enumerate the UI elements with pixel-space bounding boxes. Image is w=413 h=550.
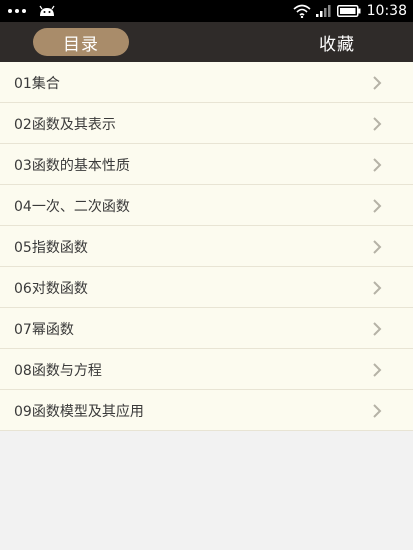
chapter-list: 01集合 02函数及其表示 03函数的基本性质 04一次、二次函数 05指数函数… [0, 62, 413, 431]
list-item[interactable]: 01集合 [0, 62, 413, 103]
wifi-icon [293, 4, 311, 18]
chevron-right-icon [373, 76, 382, 90]
list-item[interactable]: 02函数及其表示 [0, 103, 413, 144]
list-item[interactable]: 07幂函数 [0, 308, 413, 349]
chevron-right-icon [373, 404, 382, 418]
chevron-right-icon [373, 363, 382, 377]
tab-catalog[interactable]: 目录 [33, 28, 129, 56]
android-icon [39, 5, 55, 16]
tab-favorites[interactable]: 收藏 [319, 28, 355, 56]
list-item[interactable]: 04一次、二次函数 [0, 185, 413, 226]
chevron-right-icon [373, 240, 382, 254]
list-item-label: 02函数及其表示 [14, 116, 116, 133]
list-item-label: 06对数函数 [14, 280, 88, 297]
status-left [8, 0, 56, 22]
list-item[interactable]: 09函数模型及其应用 [0, 390, 413, 431]
list-item-label: 09函数模型及其应用 [14, 403, 144, 420]
list-item[interactable]: 05指数函数 [0, 226, 413, 267]
list-item-label: 08函数与方程 [14, 362, 102, 379]
chevron-right-icon [373, 199, 382, 213]
status-right: 10:38 [293, 0, 407, 22]
chevron-right-icon [373, 322, 382, 336]
dots-icon [8, 9, 26, 13]
header: 目录 收藏 [0, 22, 413, 62]
signal-icon [315, 5, 331, 17]
list-item-label: 03函数的基本性质 [14, 157, 130, 174]
list-item-label: 05指数函数 [14, 239, 88, 256]
battery-icon [336, 5, 361, 17]
chevron-right-icon [373, 281, 382, 295]
status-time: 10:38 [366, 3, 407, 19]
list-item-label: 07幂函数 [14, 321, 74, 338]
chevron-right-icon [373, 158, 382, 172]
chevron-right-icon [373, 117, 382, 131]
list-item-label: 01集合 [14, 75, 60, 92]
list-item[interactable]: 06对数函数 [0, 267, 413, 308]
list-item[interactable]: 08函数与方程 [0, 349, 413, 390]
status-bar: 10:38 [0, 0, 413, 22]
list-item-label: 04一次、二次函数 [14, 198, 130, 215]
list-item[interactable]: 03函数的基本性质 [0, 144, 413, 185]
